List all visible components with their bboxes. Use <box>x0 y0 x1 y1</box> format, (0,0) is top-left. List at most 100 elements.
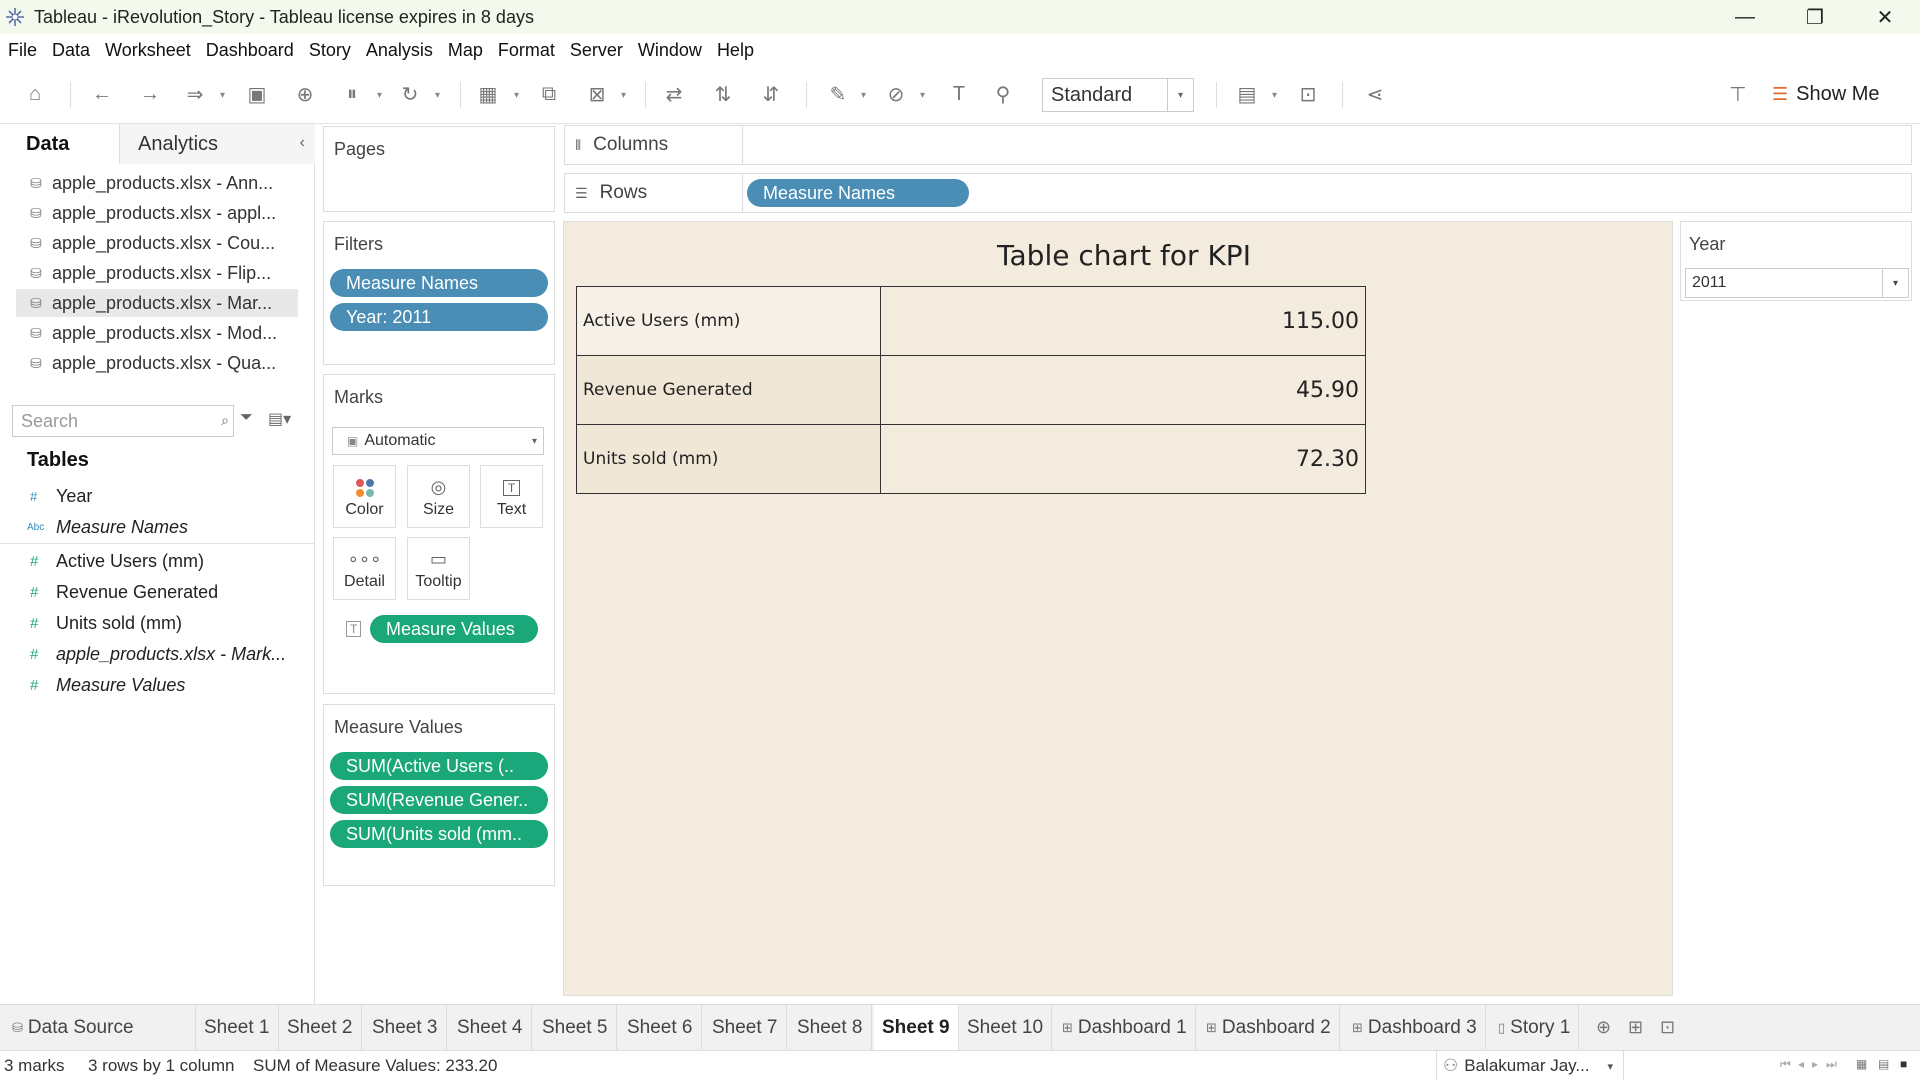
replay-dropdown-icon[interactable]: ▾ <box>220 90 225 101</box>
filmstrip-icon[interactable]: ▤ <box>1878 1057 1889 1071</box>
tab-data[interactable]: Data <box>0 124 120 164</box>
data-source-item[interactable]: ⛁ apple_products.xlsx - appl... <box>16 199 298 227</box>
tab-sheet-7[interactable]: Sheet 7 <box>704 1005 787 1051</box>
last-sheet-icon[interactable]: ⏭ <box>1826 1057 1837 1072</box>
format-painter-icon[interactable]: ⊤ <box>1724 80 1752 108</box>
data-source-item[interactable]: ⛁ apple_products.xlsx - Qua... <box>16 349 298 377</box>
rows-shelf[interactable]: ☰ Rows Measure Names <box>564 173 1912 213</box>
replay-icon[interactable]: ⇒ <box>181 80 209 108</box>
save-icon[interactable]: ▣ <box>243 80 271 108</box>
search-input[interactable]: Search ⌕ <box>12 405 234 437</box>
measure-pill-active-users[interactable]: SUM(Active Users (.. <box>330 752 548 780</box>
prev-sheet-icon[interactable]: ◂ <box>1798 1057 1804 1071</box>
tab-sheet-3[interactable]: Sheet 3 <box>364 1005 447 1051</box>
data-source-item-selected[interactable]: ⛁ apple_products.xlsx - Mar... <box>16 289 298 317</box>
filter-icon[interactable]: ⏷ <box>240 409 253 427</box>
user-menu[interactable]: ⚇ Balakumar Jay... ▾ <box>1436 1051 1624 1080</box>
duplicate-icon[interactable]: ⧉ <box>535 80 563 108</box>
field-active-users[interactable]: # Active Users (mm) <box>0 546 314 576</box>
redo-icon[interactable]: → <box>136 80 164 108</box>
home-icon[interactable]: ⌂ <box>21 80 49 108</box>
tab-sheet-10[interactable]: Sheet 10 <box>959 1005 1053 1051</box>
fix-axes-icon[interactable]: ⚲ <box>989 80 1017 108</box>
mark-type-select[interactable]: ▣ Automatic ▾ <box>332 427 544 455</box>
tab-sheet-4[interactable]: Sheet 4 <box>449 1005 532 1051</box>
tab-sheet-9[interactable]: Sheet 9 <box>874 1005 959 1051</box>
sheet-sorter-icon[interactable]: ▦ <box>1856 1057 1867 1071</box>
restore-button[interactable]: ❐ <box>1780 0 1850 34</box>
field-revenue-generated[interactable]: # Revenue Generated <box>0 577 314 607</box>
presentation-mode-icon[interactable]: ⊡ <box>1294 80 1322 108</box>
first-sheet-icon[interactable]: ⏮ <box>1780 1057 1791 1072</box>
menu-story[interactable]: Story <box>309 40 351 61</box>
sort-descending-icon[interactable]: ⇵ <box>757 80 785 108</box>
pause-dropdown-icon[interactable]: ▾ <box>377 90 382 101</box>
menu-help[interactable]: Help <box>717 40 754 61</box>
tab-story-1[interactable]: ▯ Story 1 <box>1490 1005 1580 1051</box>
row-header[interactable]: Units sold (mm) <box>576 424 881 494</box>
field-units-sold[interactable]: # Units sold (mm) <box>0 608 314 638</box>
view-options-icon[interactable]: ▤▾ <box>268 409 291 429</box>
collapse-pane-icon[interactable]: ‹ <box>300 134 305 152</box>
size-button[interactable]: ◎ Size <box>407 465 470 528</box>
sort-ascending-icon[interactable]: ⇅ <box>709 80 737 108</box>
filters-card[interactable]: Filters Measure Names Year: 2011 <box>323 221 555 365</box>
menu-format[interactable]: Format <box>498 40 555 61</box>
menu-window[interactable]: Window <box>638 40 702 61</box>
tab-sheet-8[interactable]: Sheet 8 <box>789 1005 872 1051</box>
field-measure-values[interactable]: # Measure Values <box>0 670 314 700</box>
filter-pill-year[interactable]: Year: 2011 <box>330 303 548 331</box>
data-source-item[interactable]: ⛁ apple_products.xlsx - Cou... <box>16 229 298 257</box>
table-cell[interactable]: 45.90 <box>880 355 1366 425</box>
new-worksheet-icon[interactable]: ▦ <box>474 80 502 108</box>
new-story-tab-icon[interactable]: ⊡ <box>1660 1017 1675 1038</box>
menu-file[interactable]: File <box>8 40 37 61</box>
show-cards-icon[interactable]: ▤ <box>1233 80 1261 108</box>
show-cards-dropdown-icon[interactable]: ▾ <box>1272 90 1277 101</box>
tab-analytics[interactable]: Analytics <box>120 124 315 164</box>
menu-map[interactable]: Map <box>448 40 483 61</box>
share-icon[interactable]: ⋖ <box>1361 80 1389 108</box>
tab-dashboard-3[interactable]: ⊞ Dashboard 3 <box>1344 1005 1486 1051</box>
pause-updates-icon[interactable]: ⏸ <box>338 80 366 108</box>
row-header[interactable]: Revenue Generated <box>576 355 881 425</box>
tab-sheet-6[interactable]: Sheet 6 <box>619 1005 702 1051</box>
minimize-button[interactable]: — <box>1710 0 1780 34</box>
row-header[interactable]: Active Users (mm) <box>576 286 881 356</box>
field-year[interactable]: # Year <box>0 481 314 511</box>
refresh-dropdown-icon[interactable]: ▾ <box>435 90 440 101</box>
close-button[interactable]: ✕ <box>1850 0 1920 34</box>
rows-pill-measure-names[interactable]: Measure Names <box>747 179 969 207</box>
table-cell[interactable]: 115.00 <box>880 286 1366 356</box>
menu-worksheet[interactable]: Worksheet <box>105 40 191 61</box>
field-record-count[interactable]: # apple_products.xlsx - Mark... <box>0 639 314 669</box>
group-dropdown-icon[interactable]: ▾ <box>920 90 925 101</box>
menu-data[interactable]: Data <box>52 40 90 61</box>
new-worksheet-dropdown-icon[interactable]: ▾ <box>514 90 519 101</box>
tab-sheet-2[interactable]: Sheet 2 <box>279 1005 362 1051</box>
highlight-icon[interactable]: ✎ <box>824 80 852 108</box>
tab-dashboard-1[interactable]: ⊞ Dashboard 1 <box>1054 1005 1196 1051</box>
marks-pill-measure-values[interactable]: Measure Values <box>370 615 538 643</box>
new-dashboard-tab-icon[interactable]: ⊞ <box>1628 1017 1643 1038</box>
fit-select[interactable]: Standard ▾ <box>1042 78 1194 112</box>
field-measure-names[interactable]: Abc Measure Names <box>0 512 314 542</box>
undo-icon[interactable]: ← <box>88 80 116 108</box>
menu-server[interactable]: Server <box>570 40 623 61</box>
show-me-button[interactable]: ☰ Show Me <box>1772 80 1880 108</box>
tooltip-button[interactable]: ▭ Tooltip <box>407 537 470 600</box>
measure-pill-revenue[interactable]: SUM(Revenue Gener.. <box>330 786 548 814</box>
tab-sheet-5[interactable]: Sheet 5 <box>534 1005 617 1051</box>
menu-analysis[interactable]: Analysis <box>366 40 433 61</box>
data-source-item[interactable]: ⛁ apple_products.xlsx - Ann... <box>16 169 298 197</box>
show-mark-labels-icon[interactable]: T <box>945 80 973 108</box>
new-data-source-icon[interactable]: ⊕ <box>291 80 319 108</box>
color-button[interactable]: Color <box>333 465 396 528</box>
filter-pill-measure-names[interactable]: Measure Names <box>330 269 548 297</box>
swap-rows-columns-icon[interactable]: ⇄ <box>660 80 688 108</box>
next-sheet-icon[interactable]: ▸ <box>1812 1057 1818 1071</box>
new-worksheet-tab-icon[interactable]: ⊕ <box>1596 1017 1611 1038</box>
highlight-dropdown-icon[interactable]: ▾ <box>861 90 866 101</box>
text-button[interactable]: T Text <box>480 465 543 528</box>
menu-dashboard[interactable]: Dashboard <box>206 40 294 61</box>
